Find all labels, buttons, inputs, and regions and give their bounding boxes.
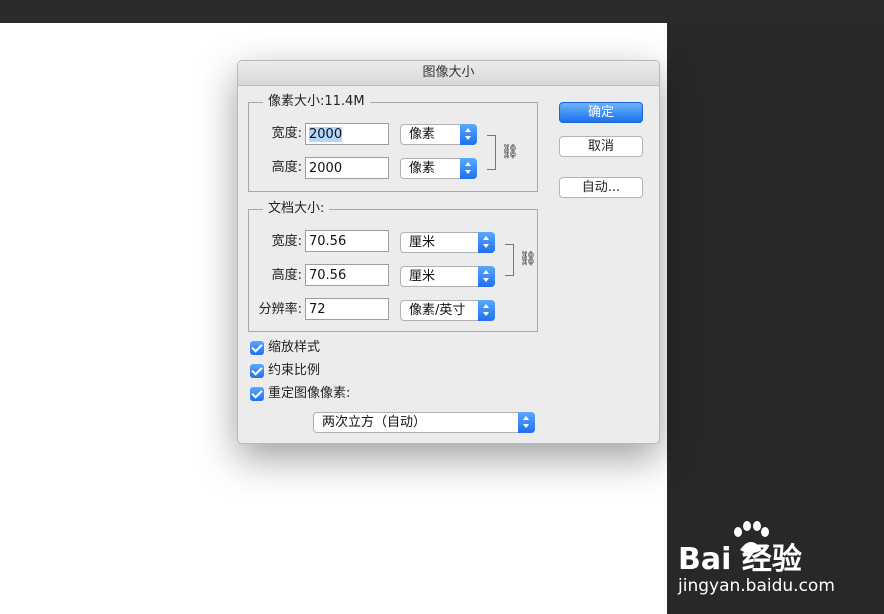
resample-method-value: 两次立方（自动） bbox=[322, 415, 427, 430]
resample-image-label: 重定图像像素: bbox=[268, 386, 351, 401]
doc-height-value: 70.56 bbox=[309, 268, 347, 283]
document-size-title: 文档大小: bbox=[263, 201, 330, 217]
doc-height-unit: 厘米 bbox=[409, 269, 436, 284]
resolution-unit: 像素/英寸 bbox=[409, 303, 466, 318]
chevron-updown-icon bbox=[460, 124, 477, 145]
resolution-label: 分辨率: bbox=[258, 302, 302, 317]
cancel-button[interactable]: 取消 bbox=[559, 136, 643, 157]
watermark-logo-text: Bai 经验 bbox=[678, 542, 802, 577]
doc-width-unit-select[interactable]: 厘米 bbox=[400, 232, 495, 253]
pixel-dimensions-title: 像素大小:11.4M bbox=[263, 94, 370, 110]
app-top-bar bbox=[0, 0, 884, 23]
doc-width-input[interactable]: 70.56 bbox=[305, 230, 389, 252]
baidu-jingyan-watermark: Bai 经验 jingyan.baidu.com bbox=[678, 520, 858, 600]
scale-styles-label: 缩放样式 bbox=[268, 340, 321, 355]
doc-height-unit-select[interactable]: 厘米 bbox=[400, 266, 495, 287]
pixel-width-unit-select[interactable]: 像素 bbox=[400, 124, 477, 145]
checkbox-checked-icon bbox=[250, 387, 264, 401]
resample-method-select[interactable]: 两次立方（自动） bbox=[313, 412, 535, 433]
ok-button[interactable]: 确定 bbox=[559, 102, 643, 123]
chevron-updown-icon bbox=[478, 266, 495, 287]
image-size-dialog: 图像大小 像素大小:11.4M 宽度: 2000 像素 高度: 2000 像素 … bbox=[237, 60, 660, 444]
chevron-updown-icon bbox=[518, 412, 535, 433]
checkbox-checked-icon bbox=[250, 364, 264, 378]
chevron-updown-icon bbox=[478, 232, 495, 253]
doc-height-label: 高度: bbox=[271, 268, 302, 283]
pixel-width-unit: 像素 bbox=[409, 127, 436, 142]
watermark-url: jingyan.baidu.com bbox=[678, 576, 835, 596]
doc-height-input[interactable]: 70.56 bbox=[305, 264, 389, 286]
pixel-width-input[interactable]: 2000 bbox=[305, 123, 389, 145]
doc-width-unit: 厘米 bbox=[409, 235, 436, 250]
pixel-constrain-bracket bbox=[487, 135, 496, 170]
chevron-updown-icon bbox=[478, 300, 495, 321]
constrain-proportions-label: 约束比例 bbox=[268, 363, 321, 378]
resolution-value: 72 bbox=[309, 302, 326, 317]
doc-constrain-bracket bbox=[505, 244, 514, 276]
link-chain-icon: ⛓ bbox=[519, 251, 537, 267]
link-chain-icon: ⛓ bbox=[501, 144, 519, 160]
pixel-height-value: 2000 bbox=[309, 161, 343, 176]
pixel-height-unit-select[interactable]: 像素 bbox=[400, 158, 477, 179]
auto-button[interactable]: 自动... bbox=[559, 177, 643, 198]
resolution-input[interactable]: 72 bbox=[305, 298, 389, 320]
pixel-height-unit: 像素 bbox=[409, 161, 436, 176]
pixel-width-label: 宽度: bbox=[271, 126, 302, 141]
dialog-title: 图像大小 bbox=[238, 61, 659, 86]
checkbox-checked-icon bbox=[250, 341, 264, 355]
doc-width-label: 宽度: bbox=[271, 234, 302, 249]
pixel-height-input[interactable]: 2000 bbox=[305, 157, 389, 179]
chevron-updown-icon bbox=[460, 158, 477, 179]
pixel-width-value: 2000 bbox=[309, 127, 343, 142]
doc-width-value: 70.56 bbox=[309, 234, 347, 249]
pixel-height-label: 高度: bbox=[271, 160, 302, 175]
resolution-unit-select[interactable]: 像素/英寸 bbox=[400, 300, 495, 321]
